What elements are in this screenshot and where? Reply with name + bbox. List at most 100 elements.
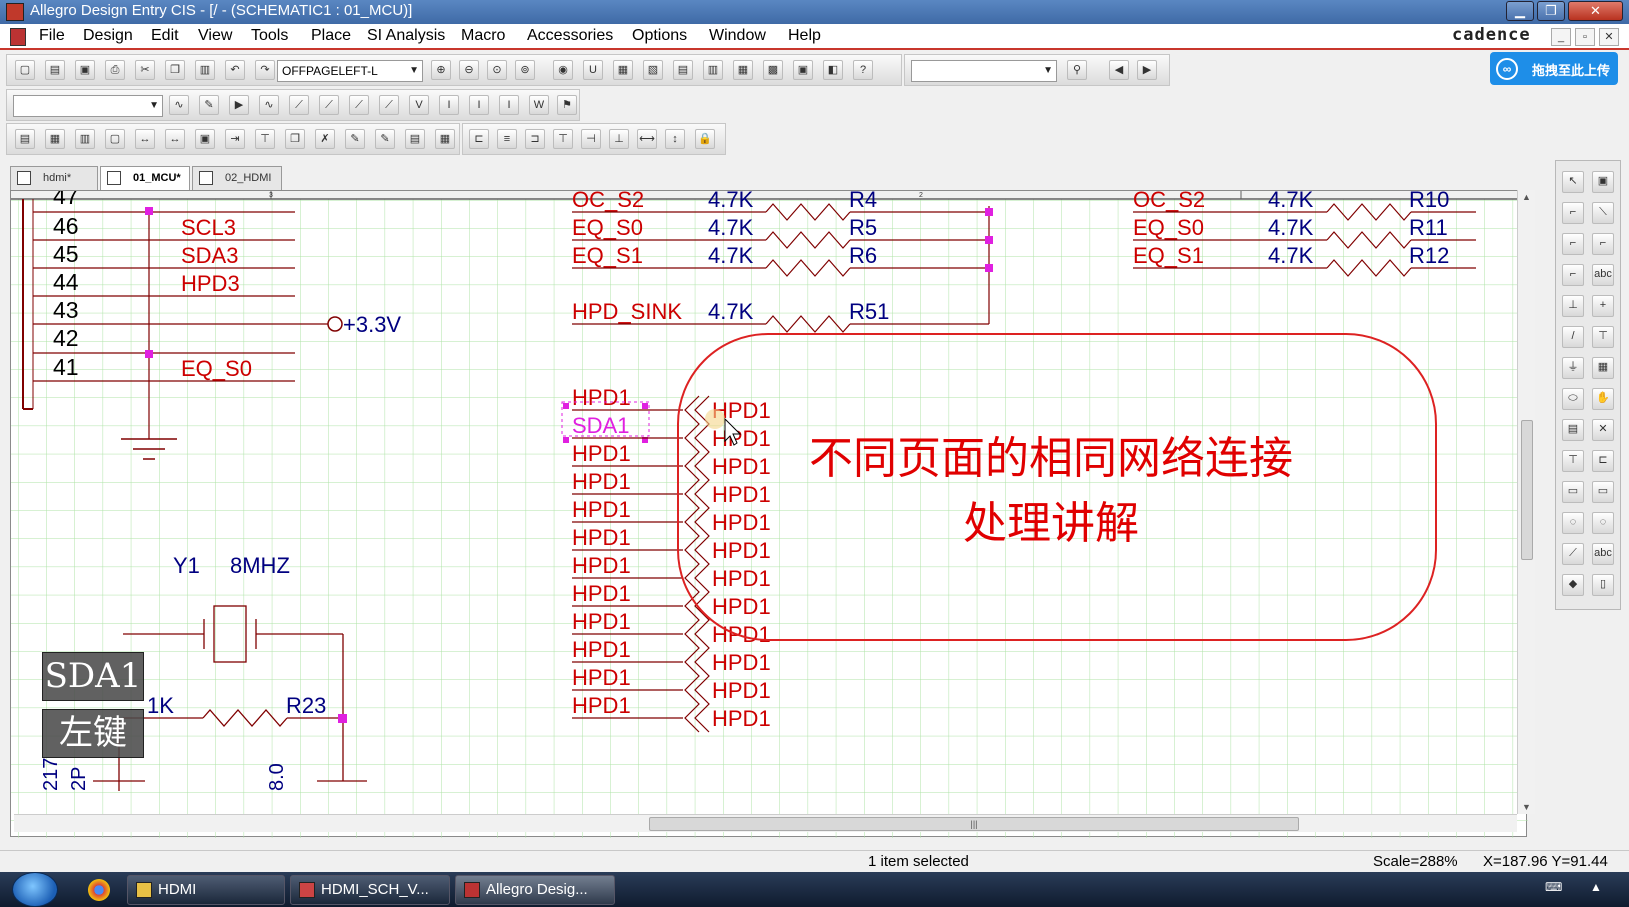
wire-icon[interactable]: ⌐ <box>1562 202 1584 224</box>
net-label[interactable]: HPD_SINK <box>572 299 682 324</box>
net-label[interactable]: OC_S2 <box>572 191 644 212</box>
menu-window[interactable]: Window <box>709 27 766 45</box>
line-icon[interactable]: / <box>1562 326 1584 348</box>
rectangle-icon[interactable]: ▭ <box>1592 481 1614 503</box>
selection-handle[interactable] <box>563 403 569 409</box>
net-label[interactable]: HPD3 <box>181 271 240 296</box>
net-label[interactable]: EQ_S1 <box>572 243 643 268</box>
menu-options[interactable]: Options <box>632 27 687 45</box>
back-annotate-icon[interactable]: ▦ <box>613 60 633 80</box>
sheet-icon[interactable]: ▤ <box>405 129 425 149</box>
run-icon[interactable]: ▶ <box>229 95 249 115</box>
waveform-icon[interactable]: ∿ <box>259 95 279 115</box>
net-label[interactable]: HPD1 <box>572 441 631 466</box>
place-entry-icon[interactable]: ▥ <box>75 129 95 149</box>
cross-reference-icon[interactable]: ▥ <box>703 60 723 80</box>
align-center-icon[interactable]: ≡ <box>497 129 517 149</box>
scroll-up-icon[interactable]: ▲ <box>1522 192 1531 202</box>
pcb-editor-icon[interactable]: ◧ <box>823 60 843 80</box>
menu-si-analysis[interactable]: SI Analysis <box>367 27 445 45</box>
current-marker-icon[interactable]: ⟋ <box>349 95 369 115</box>
snap-grid-icon[interactable]: ▩ <box>763 60 783 80</box>
taskbar-hdmi-sch[interactable]: HDMI_SCH_V... <box>290 875 450 905</box>
voltage-marker-icon[interactable]: ⟋ <box>289 95 309 115</box>
start-button[interactable] <box>12 872 58 907</box>
align-middle-icon[interactable]: ⊣ <box>581 129 601 149</box>
save-icon[interactable]: ▣ <box>75 60 95 80</box>
paste-icon[interactable]: ▥ <box>195 60 215 80</box>
hand-icon[interactable]: ✋ <box>1592 388 1614 410</box>
power-symbol[interactable] <box>327 316 343 332</box>
keyboard-icon[interactable]: ⌨ <box>1545 880 1562 894</box>
next-icon[interactable]: ▶ <box>1137 60 1157 80</box>
i-bias-icon[interactable]: I <box>439 95 459 115</box>
undo-icon[interactable]: ↶ <box>225 60 245 80</box>
diamond-icon[interactable]: ◆ <box>1562 574 1584 596</box>
bus-entry-icon[interactable]: ⌐ <box>1562 264 1584 286</box>
net-label[interactable]: HPD1 <box>572 693 631 718</box>
menu-edit[interactable]: Edit <box>151 27 179 45</box>
net-label-selected[interactable]: SDA1 <box>572 413 629 438</box>
tab-hdmi[interactable]: hdmi* <box>10 166 98 190</box>
minimize-button[interactable]: ▁ <box>1506 1 1534 21</box>
schematic-drawing[interactable]: 3 2 47 46 45 44 43 42 41 SCL3 SDA3 HPD3 … <box>11 191 1528 838</box>
offpage-icon[interactable]: ⬭ <box>1562 388 1584 410</box>
menu-tools[interactable]: Tools <box>251 27 288 45</box>
delete-property-icon[interactable]: ✗ <box>315 129 335 149</box>
text-icon[interactable]: ▭ <box>1562 481 1584 503</box>
area-select-icon[interactable]: ▣ <box>793 60 813 80</box>
v-bias-icon[interactable]: V <box>409 95 429 115</box>
help-icon[interactable]: ? <box>853 60 873 80</box>
net-label[interactable]: SCL3 <box>181 215 236 240</box>
zoom-area-icon[interactable]: ⊙ <box>487 60 507 80</box>
net-label[interactable]: HPD1 <box>572 581 631 606</box>
net-label[interactable]: HPD1 <box>572 469 631 494</box>
net-label[interactable]: HPD1 <box>572 497 631 522</box>
lock-icon[interactable]: 🔒 <box>695 129 715 149</box>
align-left-icon[interactable]: ⊏ <box>469 129 489 149</box>
menu-accessories[interactable]: Accessories <box>527 27 613 45</box>
vertical-scroll-thumb[interactable] <box>1521 420 1533 560</box>
document-icon[interactable] <box>10 28 26 46</box>
power-icon[interactable]: ⊥ <box>1562 295 1584 317</box>
hier-port-icon[interactable]: ▤ <box>1562 419 1584 441</box>
p-bias-icon[interactable]: I <box>469 95 489 115</box>
maximize-button[interactable]: ❐ <box>1537 1 1565 21</box>
net-label[interactable]: HPD1 <box>572 609 631 634</box>
ellipse-icon[interactable]: ◌ <box>1562 512 1584 534</box>
net-label[interactable]: SDA3 <box>181 243 238 268</box>
offpage-label[interactable]: HPD1 <box>712 566 771 591</box>
export-icon[interactable]: ⇥ <box>225 129 245 149</box>
bias-toggle-icon[interactable]: I <box>499 95 519 115</box>
offpage-label[interactable]: HPD1 <box>712 706 771 731</box>
net-label[interactable]: EQ_S0 <box>572 215 643 240</box>
junction-dot-icon[interactable]: + <box>1592 295 1614 317</box>
offpage-label[interactable]: HPD1 <box>712 594 771 619</box>
place-part-icon[interactable]: ▤ <box>15 129 35 149</box>
zoom-out-icon[interactable]: ⊖ <box>459 60 479 80</box>
align-bottom-icon[interactable]: ⊥ <box>609 129 629 149</box>
distribute-h-icon[interactable]: ⟷ <box>637 129 657 149</box>
part-combo[interactable]: OFFPAGELEFT-L ▼ <box>277 60 423 82</box>
net-alias-icon[interactable]: ⟍ <box>1592 202 1614 224</box>
offpage-label[interactable]: HPD1 <box>712 482 771 507</box>
place-bus-icon[interactable]: ▦ <box>45 129 65 149</box>
net-combo[interactable]: ▼ <box>13 95 163 117</box>
ground-icon[interactable]: ⏚ <box>1562 357 1584 379</box>
net-label[interactable]: HPD1 <box>572 553 631 578</box>
note-icon[interactable]: ✎ <box>375 129 395 149</box>
align-icon[interactable]: ↔ <box>135 129 155 149</box>
menu-place[interactable]: Place <box>311 27 351 45</box>
upload-drop-button[interactable]: ∞ 拖拽至此上传 <box>1490 52 1618 85</box>
place-part-icon[interactable]: ▣ <box>1592 171 1614 193</box>
doc-restore-button[interactable]: ▫ <box>1575 28 1595 46</box>
picture-icon[interactable]: ▯ <box>1592 574 1614 596</box>
sim-settings-icon[interactable]: ✎ <box>199 95 219 115</box>
close-button[interactable]: ✕ <box>1568 1 1623 21</box>
bus-line-icon[interactable]: ⊤ <box>1592 326 1614 348</box>
horizontal-scroll-thumb[interactable]: ||| <box>649 817 1299 831</box>
prev-icon[interactable]: ◀ <box>1109 60 1129 80</box>
place-pin-icon[interactable]: ⊤ <box>1562 450 1584 472</box>
flag-icon[interactable]: ⚑ <box>557 95 577 115</box>
offpage-label[interactable]: HPD1 <box>712 426 771 451</box>
